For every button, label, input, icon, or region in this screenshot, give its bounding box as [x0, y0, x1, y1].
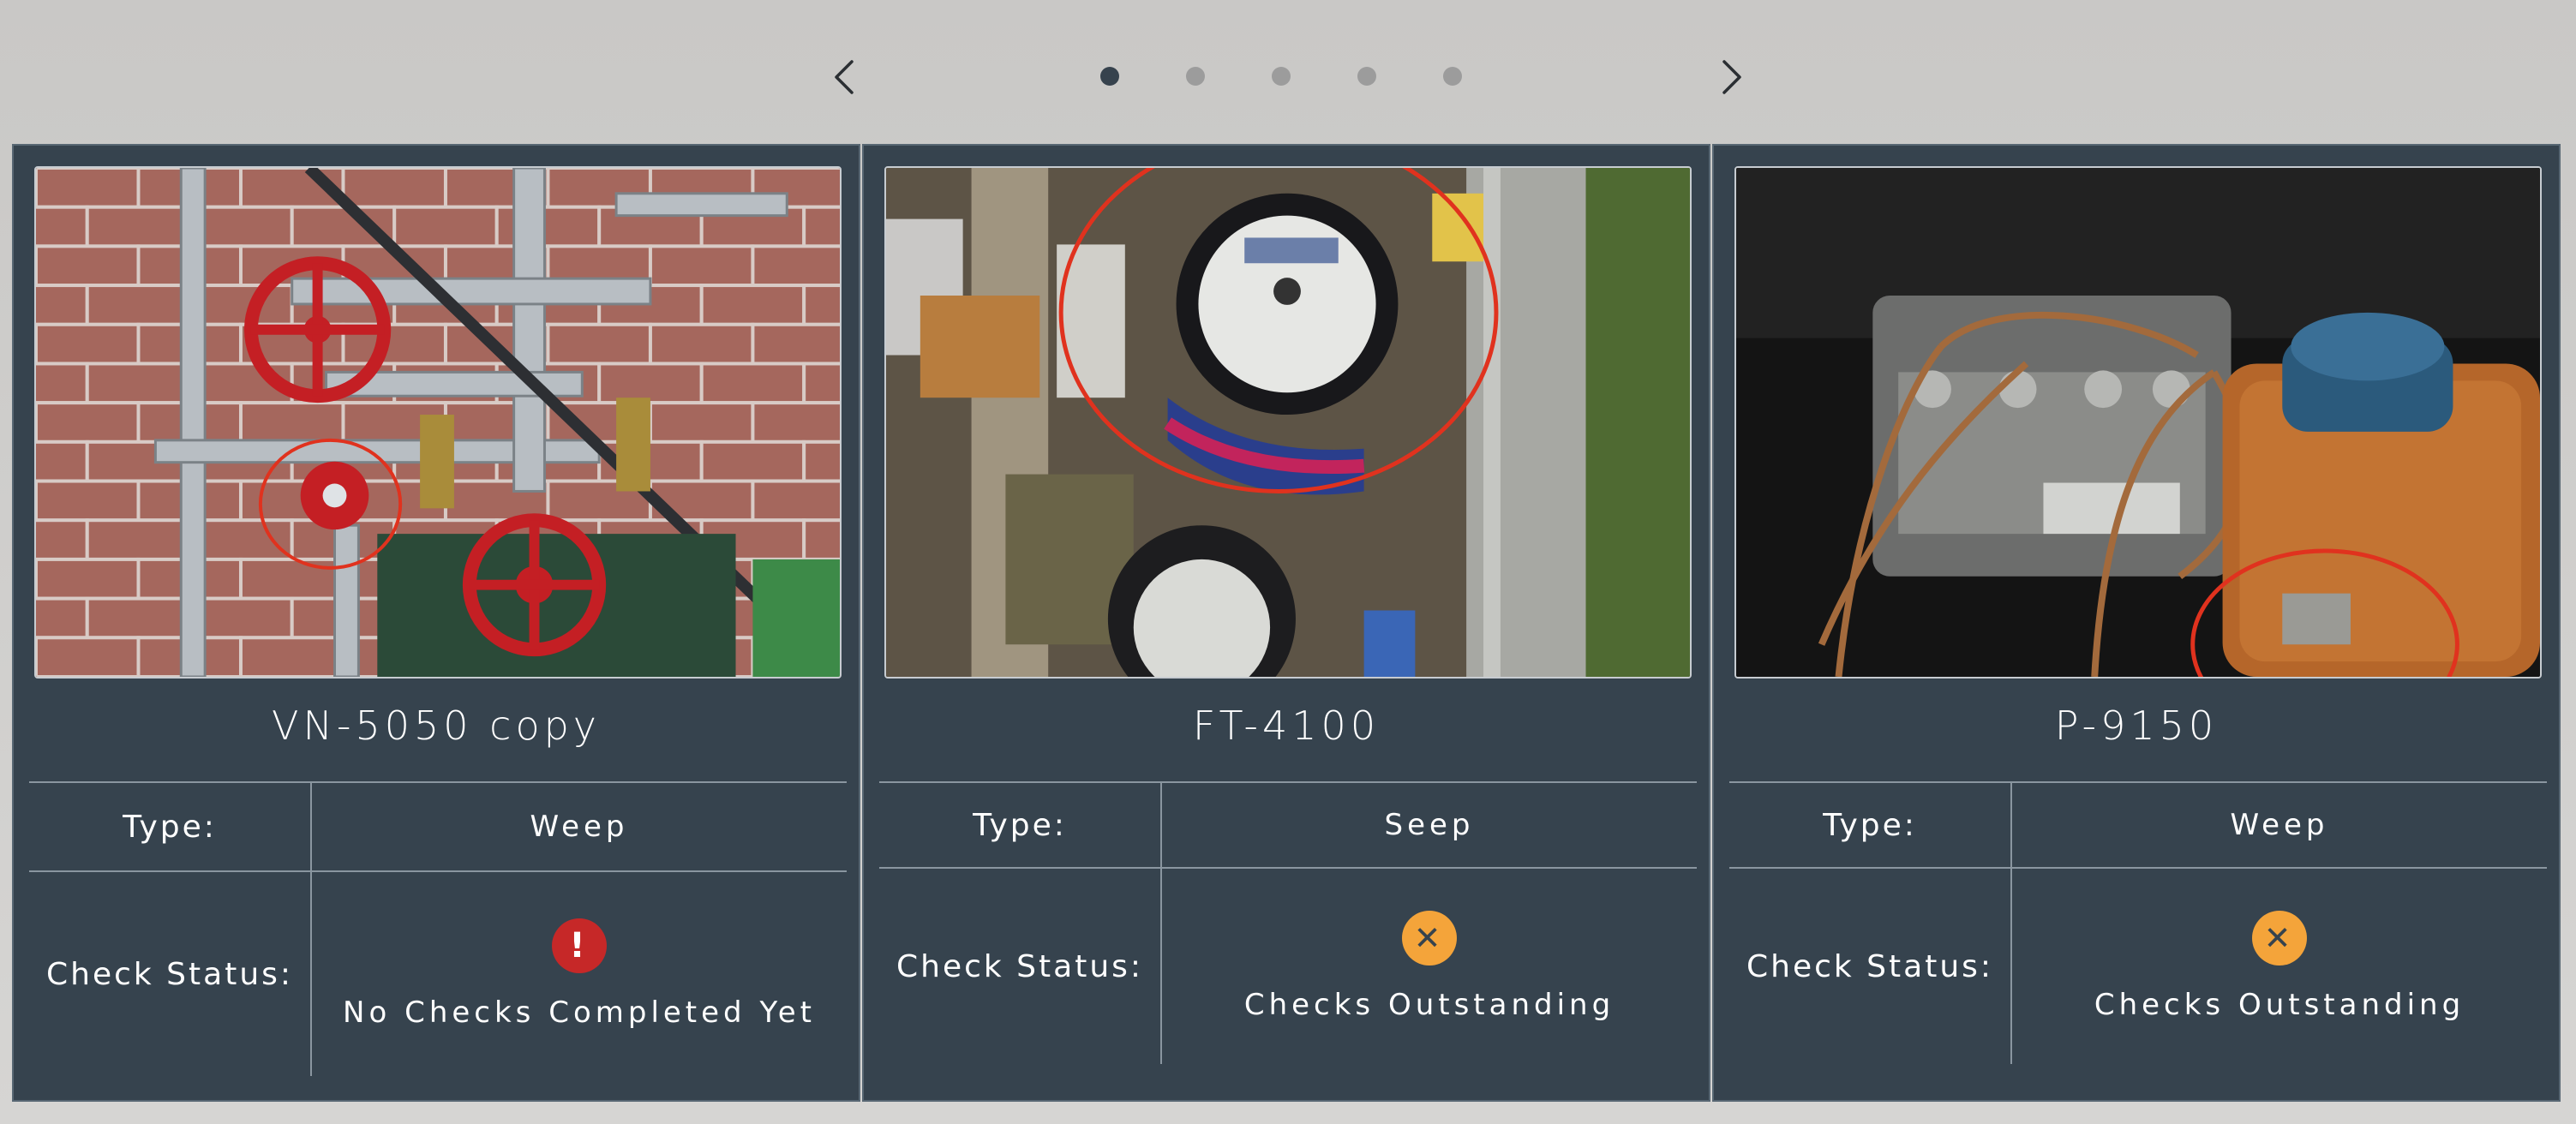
check-status-value: ! No Checks Completed Yet	[312, 872, 847, 1076]
carousel-nav	[0, 43, 2576, 111]
check-status-label: Check Status:	[879, 869, 1162, 1064]
type-row: Type: Weep	[1729, 781, 2547, 867]
check-status-text: Checks Outstanding	[1243, 988, 1615, 1022]
type-label: Type:	[29, 783, 312, 870]
asset-card[interactable]: VN-5050 copy Type: Weep Check Status: ! …	[12, 144, 860, 1102]
asset-photo	[34, 166, 842, 679]
asset-title: FT-4100	[1192, 702, 1381, 749]
status-row: Check Status: ✕ Checks Outstanding	[1729, 867, 2547, 1064]
asset-photo	[1734, 166, 2542, 679]
asset-card[interactable]: FT-4100 Type: Seep Check Status: ✕ Check…	[862, 144, 1710, 1102]
carousel-dot-2[interactable]	[1186, 67, 1205, 86]
check-status-value: ✕ Checks Outstanding	[2012, 869, 2547, 1064]
next-slide-button[interactable]	[1707, 53, 1755, 101]
asset-title: VN-5050 copy	[271, 702, 602, 749]
type-value: Seep	[1384, 808, 1475, 842]
status-row: Check Status: ✕ Checks Outstanding	[879, 867, 1697, 1064]
check-status-label: Check Status:	[1729, 869, 2012, 1064]
type-label: Type:	[1729, 783, 2012, 867]
asset-cards: VN-5050 copy Type: Weep Check Status: ! …	[12, 144, 2566, 1102]
check-status-label: Check Status:	[29, 872, 312, 1076]
exclamation-icon: !	[552, 918, 607, 973]
type-label: Type:	[879, 783, 1162, 867]
chevron-left-icon	[835, 60, 854, 94]
x-icon: ✕	[2252, 911, 2307, 966]
type-row: Type: Seep	[879, 781, 1697, 867]
check-status-text: Checks Outstanding	[2094, 988, 2465, 1022]
asset-details-table: Type: Seep Check Status: ✕ Checks Outsta…	[879, 781, 1697, 1064]
carousel-dots	[1100, 67, 1495, 87]
status-row: Check Status: ! No Checks Completed Yet	[29, 870, 847, 1076]
check-status-text: No Checks Completed Yet	[343, 995, 816, 1030]
asset-title: P-9150	[2054, 702, 2219, 749]
type-row: Type: Weep	[29, 781, 847, 870]
x-icon: ✕	[1402, 911, 1457, 966]
asset-details-table: Type: Weep Check Status: ! No Checks Com…	[29, 781, 847, 1076]
carousel-dot-3[interactable]	[1272, 67, 1291, 86]
check-status-value: ✕ Checks Outstanding	[1162, 869, 1697, 1064]
asset-details-table: Type: Weep Check Status: ✕ Checks Outsta…	[1729, 781, 2547, 1064]
type-value: Weep	[2230, 808, 2329, 842]
carousel-dot-4[interactable]	[1357, 67, 1376, 86]
carousel-dot-1[interactable]	[1100, 67, 1119, 86]
asset-card[interactable]: P-9150 Type: Weep Check Status: ✕ Checks…	[1712, 144, 2561, 1102]
prev-slide-button[interactable]	[821, 53, 869, 101]
chevron-right-icon	[1722, 60, 1741, 94]
asset-photo	[884, 166, 1692, 679]
type-value: Weep	[530, 810, 629, 844]
carousel-dot-5[interactable]	[1443, 67, 1462, 86]
